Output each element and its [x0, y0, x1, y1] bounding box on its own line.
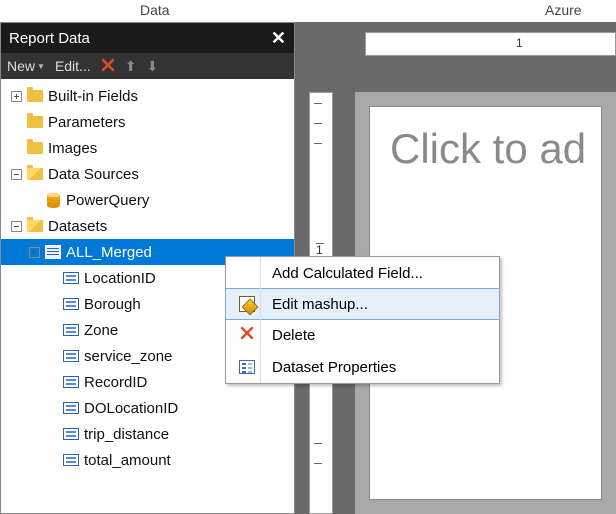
- dataset-icon: [45, 245, 61, 259]
- menu-delete[interactable]: Delete: [226, 319, 499, 351]
- tree-label: total_amount: [84, 452, 171, 469]
- expander-minus-icon[interactable]: [29, 247, 40, 258]
- folder-icon: [27, 90, 43, 102]
- toolbar-new-label: New: [7, 58, 35, 74]
- field-icon: [63, 376, 79, 388]
- move-up-icon[interactable]: ⬆: [125, 58, 137, 75]
- menu-label: Add Calculated Field...: [272, 265, 489, 282]
- expander-minus-icon[interactable]: [11, 169, 22, 180]
- tree-label: service_zone: [84, 348, 172, 365]
- expander-minus-icon[interactable]: [11, 221, 22, 232]
- menu-add-calculated-field[interactable]: Add Calculated Field...: [226, 257, 499, 289]
- menu-label: Delete: [272, 327, 489, 344]
- menu-data[interactable]: Data: [140, 2, 170, 18]
- properties-icon: [239, 360, 255, 374]
- tree-label: Images: [48, 140, 97, 157]
- tree-label: RecordID: [84, 374, 147, 391]
- tree-field[interactable]: total_amount: [1, 447, 294, 473]
- expander-plus-icon[interactable]: [11, 91, 22, 102]
- chevron-down-icon: ▼: [37, 62, 45, 71]
- menu-label: Dataset Properties: [272, 359, 489, 376]
- horizontal-ruler: 1: [365, 32, 616, 56]
- tree-label: Borough: [84, 296, 141, 313]
- menu-azure[interactable]: Azure: [545, 2, 582, 18]
- field-icon: [63, 272, 79, 284]
- tree-label: trip_distance: [84, 426, 169, 443]
- tree-label: DOLocationID: [84, 400, 178, 417]
- menu-dataset-properties[interactable]: Dataset Properties: [226, 351, 499, 383]
- delete-icon: [240, 326, 254, 344]
- tree-parameters[interactable]: Parameters: [1, 109, 294, 135]
- panel-title-bar: Report Data ✕: [1, 23, 294, 53]
- tree-label: ALL_Merged: [66, 244, 152, 261]
- field-icon: [63, 298, 79, 310]
- datasource-icon: [47, 193, 60, 208]
- field-icon: [63, 402, 79, 414]
- folder-open-icon: [27, 168, 43, 180]
- menu-label: Edit mashup...: [272, 296, 489, 313]
- toolbar-delete-icon[interactable]: [101, 58, 115, 75]
- tree-powerquery[interactable]: PowerQuery: [1, 187, 294, 213]
- title-placeholder[interactable]: Click to ad: [390, 125, 581, 173]
- tree-label: Built-in Fields: [48, 88, 138, 105]
- ruler-tick-label: 1: [316, 243, 324, 244]
- tree-builtin-fields[interactable]: Built-in Fields: [1, 83, 294, 109]
- tree-datasets[interactable]: Datasets: [1, 213, 294, 239]
- panel-toolbar: New ▼ Edit... ⬆ ⬇: [1, 53, 294, 79]
- tree-label: Parameters: [48, 114, 126, 131]
- main-menu-bar: Data Azure: [0, 0, 616, 22]
- tree-field[interactable]: trip_distance: [1, 421, 294, 447]
- field-icon: [63, 324, 79, 336]
- close-icon[interactable]: ✕: [271, 28, 286, 49]
- tree-label: LocationID: [84, 270, 156, 287]
- tree-label: Datasets: [48, 218, 107, 235]
- move-down-icon[interactable]: ⬇: [146, 58, 158, 75]
- folder-open-icon: [27, 220, 43, 232]
- menu-edit-mashup[interactable]: Edit mashup...: [225, 288, 500, 320]
- toolbar-edit[interactable]: Edit...: [55, 58, 91, 74]
- field-icon: [63, 428, 79, 440]
- folder-icon: [27, 142, 43, 154]
- field-icon: [63, 454, 79, 466]
- field-icon: [63, 350, 79, 362]
- tree-data-sources[interactable]: Data Sources: [1, 161, 294, 187]
- panel-title: Report Data: [9, 30, 90, 47]
- tree-label: Data Sources: [48, 166, 139, 183]
- edit-icon: [239, 296, 255, 312]
- tree-images[interactable]: Images: [1, 135, 294, 161]
- dataset-context-menu: Add Calculated Field... Edit mashup... D…: [225, 256, 500, 384]
- toolbar-edit-label: Edit...: [55, 58, 91, 74]
- tree-label: Zone: [84, 322, 118, 339]
- toolbar-new[interactable]: New ▼: [7, 58, 45, 74]
- tree-label: PowerQuery: [66, 192, 149, 209]
- folder-icon: [27, 116, 43, 128]
- tree-field[interactable]: DOLocationID: [1, 395, 294, 421]
- ruler-tick-label: 1: [516, 36, 523, 50]
